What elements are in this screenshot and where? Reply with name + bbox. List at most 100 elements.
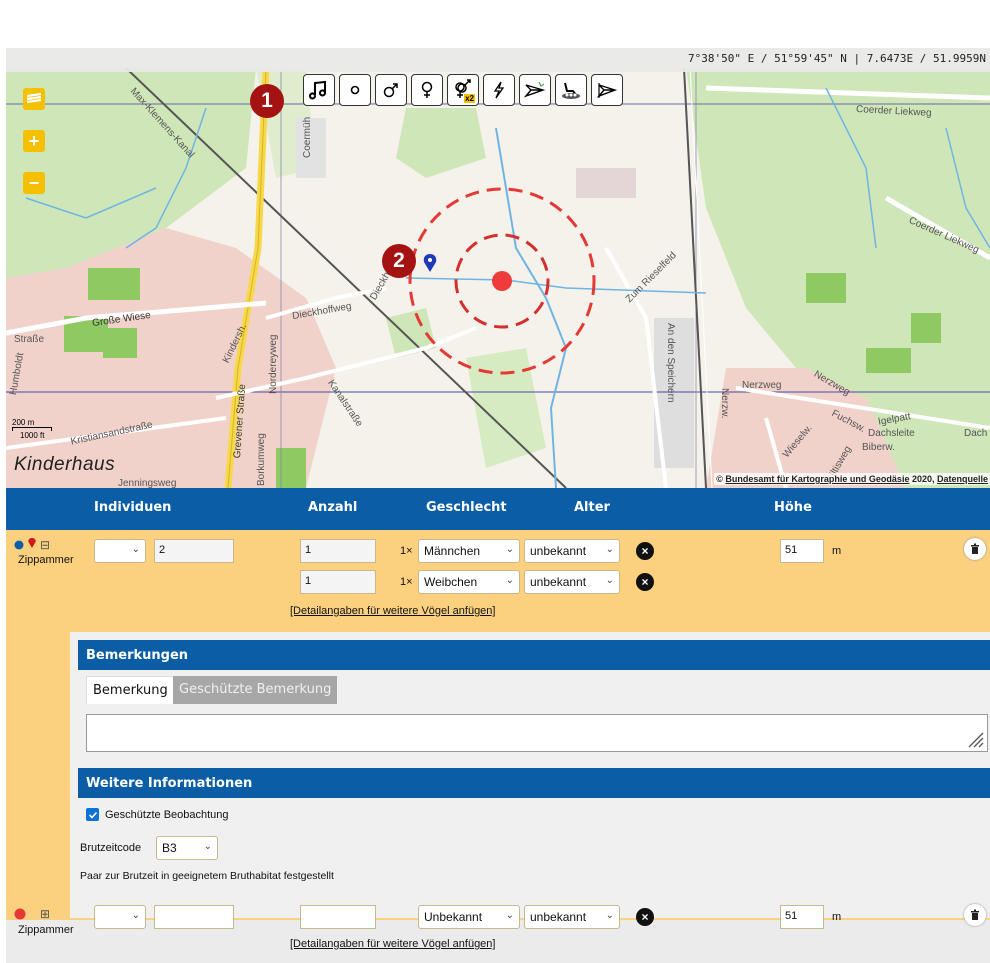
individuals-count-input[interactable] <box>154 905 234 929</box>
coordinate-readout: 7°38'50" E / 51°59'45" N | 7.6473E / 51.… <box>687 52 986 65</box>
add-details-link[interactable]: [Detailangaben für weitere Vögel anfügen… <box>290 605 495 617</box>
tool-nest-button[interactable] <box>555 74 587 106</box>
remove-entry-button[interactable]: × <box>636 573 654 591</box>
layers-button[interactable] <box>23 88 45 110</box>
status-dot-icon <box>14 908 26 920</box>
coordinate-bar: 7°38'50" E / 51°59'45" N | 7.6473E / 51.… <box>6 48 990 72</box>
age-select-1[interactable]: unbekannt ⌄ <box>524 539 620 563</box>
sex-select-1[interactable]: Männchen ⌄ <box>418 539 520 563</box>
add-details-link[interactable]: [Detailangaben für weitere Vögel anfügen… <box>290 938 495 950</box>
minus-icon: − <box>28 173 40 193</box>
individuals-type-select[interactable]: ⌄ <box>94 539 146 563</box>
pair-count-badge: x2 <box>464 94 475 103</box>
tab-protected-remark[interactable]: Geschützte Bemerkung <box>173 676 338 704</box>
observation-row: ⊟ Zippammer ⌄ 2 1 1 1× 1× Männchen ⌄ Weib… <box>6 530 990 920</box>
chevron-down-icon: ⌄ <box>605 575 614 586</box>
nest-icon <box>562 82 580 99</box>
map-view[interactable]: Max-Klemens-Kanal Coermüh Coerder Liekwe… <box>6 48 990 488</box>
attribution-link[interactable]: Bundesamt für Kartographie und Geodäsie <box>725 474 909 484</box>
collapse-toggle[interactable]: ⊟ <box>40 538 50 552</box>
tool-flying-button[interactable] <box>519 74 551 106</box>
close-icon: × <box>641 910 649 924</box>
checkmark-icon <box>88 811 97 819</box>
remark-textarea[interactable] <box>86 714 988 752</box>
chevron-down-icon: ⌄ <box>131 910 140 921</box>
tool-conflict-button[interactable] <box>483 74 515 106</box>
tool-flyover-button[interactable] <box>591 74 623 106</box>
female-icon <box>421 81 433 98</box>
count-input-2[interactable]: 1 <box>300 570 376 594</box>
close-icon: × <box>641 575 649 589</box>
map-label: Nerzw. <box>719 388 730 419</box>
layers-icon <box>26 92 42 104</box>
remove-entry-button[interactable]: × <box>636 542 654 560</box>
location-pin-icon[interactable] <box>28 538 36 550</box>
flying-bird-icon <box>523 81 546 98</box>
count-input[interactable] <box>300 905 376 929</box>
map-place-label: Kinderhaus <box>14 454 116 475</box>
lightning-icon <box>493 81 505 99</box>
observation-toolbar: x2 <box>303 74 623 106</box>
tool-pair-button[interactable]: x2 <box>447 74 479 106</box>
datasource-link[interactable]: Datenquelle <box>937 474 988 484</box>
protected-observation-label: Geschützte Beobachtung <box>105 808 229 821</box>
remarks-section-title: Bemerkungen <box>78 640 990 670</box>
header-anzahl: Anzahl <box>308 500 358 515</box>
remove-entry-button[interactable]: × <box>636 908 654 926</box>
header-geschlecht: Geschlecht <box>426 500 507 515</box>
count-input-1[interactable]: 1 <box>300 539 376 563</box>
tab-remark[interactable]: Bemerkung <box>86 676 175 704</box>
observation-point-marker <box>492 271 512 291</box>
breeding-code-select[interactable]: B3 ⌄ <box>156 836 218 860</box>
status-dot-icon <box>14 540 24 550</box>
zoom-in-button[interactable]: + <box>23 130 45 152</box>
map-scale-bar: 200 m 1000 ft <box>12 418 52 440</box>
map-label: Dach <box>964 428 988 439</box>
map-label: An den Speichern <box>665 323 676 403</box>
tool-individual-button[interactable] <box>339 74 371 106</box>
height-input[interactable]: 51 <box>780 905 824 929</box>
zoom-out-button[interactable]: − <box>23 172 45 194</box>
header-alter: Alter <box>574 500 610 515</box>
map-label: Nordereyweg <box>268 334 279 394</box>
height-unit: m <box>832 911 842 923</box>
map-attribution: © Bundesamt für Kartographie und Geodäsi… <box>714 473 990 485</box>
callout-badge-2: 2 <box>382 244 416 278</box>
delete-row-button[interactable] <box>964 904 986 926</box>
expand-toggle[interactable]: ⊞ <box>40 907 50 921</box>
age-select-2[interactable]: unbekannt ⌄ <box>524 570 620 594</box>
tool-female-button[interactable] <box>411 74 443 106</box>
chevron-down-icon: ⌄ <box>203 841 212 852</box>
sex-select[interactable]: Unbekannt ⌄ <box>418 905 520 929</box>
map-label: Borkumweg <box>256 433 267 486</box>
male-icon <box>383 83 398 98</box>
species-name: Zippammer <box>18 554 74 566</box>
callout-badge-1: 1 <box>250 84 284 118</box>
multiplier-label: 1× <box>400 576 413 588</box>
delete-row-button[interactable] <box>964 538 986 560</box>
header-hoehe: Höhe <box>774 500 812 515</box>
details-panel: Bemerkungen Bemerkung Geschützte Bemerku… <box>70 632 990 918</box>
app-root: Max-Klemens-Kanal Coermüh Coerder Liekwe… <box>0 0 990 963</box>
resize-handle-icon[interactable] <box>963 727 985 749</box>
protected-observation-checkbox-row[interactable]: Geschützte Beobachtung <box>86 808 229 821</box>
scale-meters: 200 m <box>12 418 35 427</box>
tool-song-button[interactable] <box>303 74 335 106</box>
flag-bird-icon <box>596 83 618 98</box>
individuals-type-select[interactable]: ⌄ <box>94 905 146 929</box>
individuals-count-input[interactable]: 2 <box>154 539 234 563</box>
observation-row: ⊞ Zippammer ⌄ Unbekannt ⌄ unbekannt ⌄ × 51… <box>6 904 990 963</box>
map-label: Biberw. <box>862 442 895 453</box>
map-label: Jenningsweg <box>118 478 177 488</box>
trash-icon <box>971 543 979 554</box>
sex-select-2[interactable]: Weibchen ⌄ <box>418 570 520 594</box>
protected-observation-checkbox[interactable] <box>86 808 99 821</box>
scale-feet: 1000 ft <box>20 431 45 440</box>
chevron-down-icon: ⌄ <box>505 544 514 555</box>
chevron-down-icon: ⌄ <box>505 575 514 586</box>
chevron-down-icon: ⌄ <box>131 544 140 555</box>
height-input[interactable]: 51 <box>780 539 824 563</box>
tool-male-button[interactable] <box>375 74 407 106</box>
chevron-down-icon: ⌄ <box>605 544 614 555</box>
age-select[interactable]: unbekannt ⌄ <box>524 905 620 929</box>
